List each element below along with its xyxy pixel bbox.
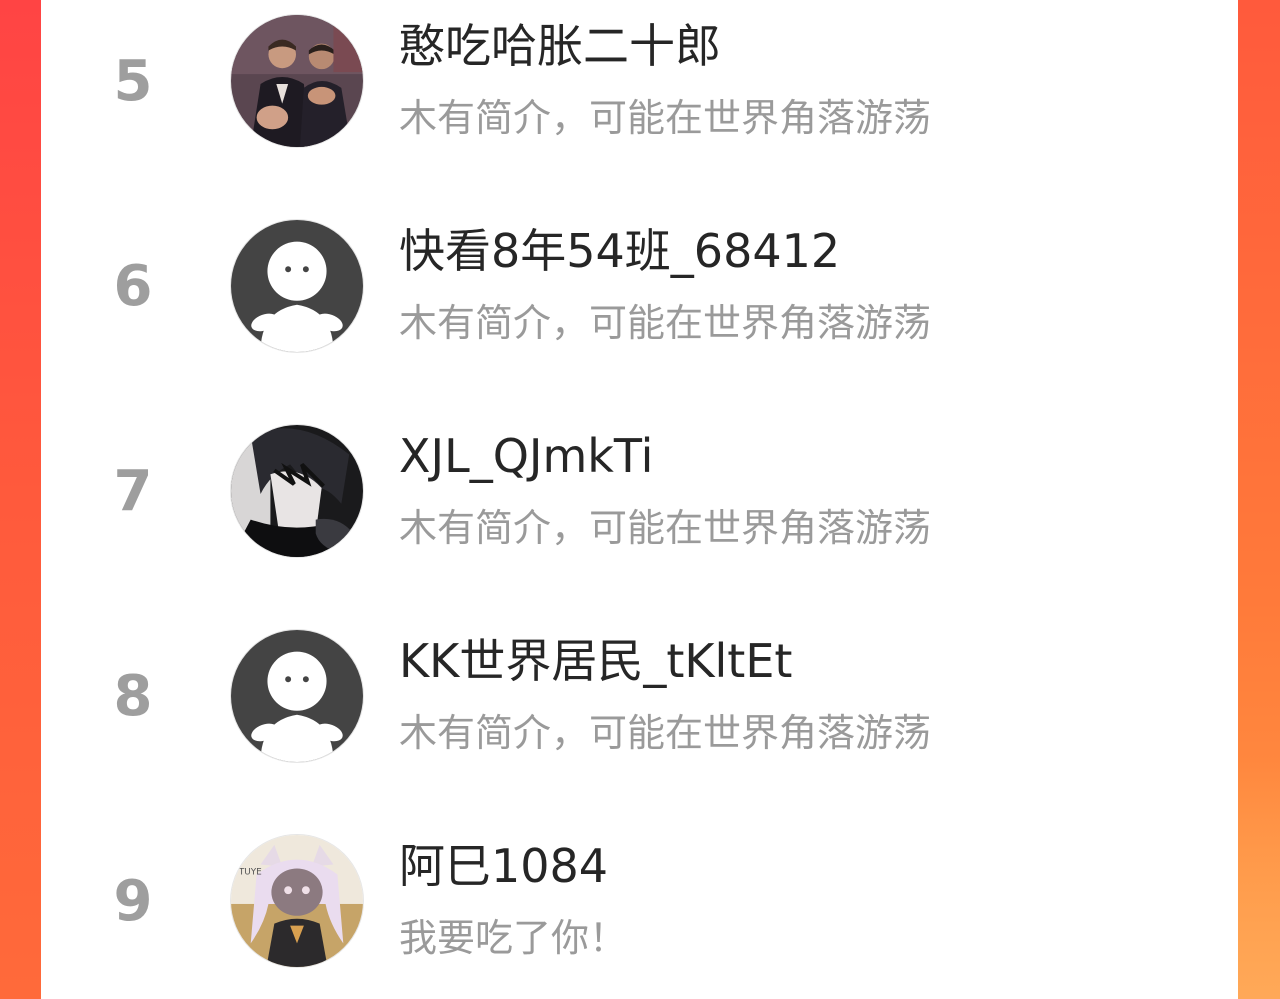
- left-gradient-border: [0, 0, 41, 999]
- default-avatar-icon: [231, 630, 363, 762]
- right-glow-decoration: [1238, 760, 1280, 999]
- rank-number: 5: [113, 49, 153, 114]
- user-avatar-default[interactable]: [230, 629, 364, 763]
- default-avatar-icon: [231, 220, 363, 352]
- user-bio: 木有简介，可能在世界角落游荡: [399, 301, 932, 345]
- user-nickname[interactable]: KK世界居民_tKltEt: [399, 633, 792, 689]
- user-bio: 木有简介，可能在世界角落游荡: [399, 96, 932, 140]
- rank-number: 7: [113, 459, 153, 524]
- illustration-avatar-icon: TUYE: [231, 835, 363, 967]
- user-nickname[interactable]: XJL_QJmkTi: [399, 428, 653, 484]
- ranking-row-8[interactable]: 8 KK世界居民_tKltEt 木有简介，可能在世界角落游荡: [41, 629, 1238, 809]
- user-avatar-photo[interactable]: [230, 14, 364, 148]
- rank-number: 9: [113, 869, 153, 934]
- svg-text:TUYE: TUYE: [238, 867, 262, 877]
- user-nickname[interactable]: 憨吃哈胀二十郎: [399, 18, 721, 74]
- user-avatar-anime[interactable]: [230, 424, 364, 558]
- ranking-row-5[interactable]: 5 憨吃哈胀二十郎 木有简介，可能在世界角落游荡: [41, 14, 1238, 194]
- user-bio: 木有简介，可能在世界角落游荡: [399, 711, 932, 755]
- ranking-row-6[interactable]: 6 快看8年54班_68412 木有简介，可能在世界角落游荡: [41, 219, 1238, 399]
- user-avatar-default[interactable]: [230, 219, 364, 353]
- user-bio: 木有简介，可能在世界角落游荡: [399, 506, 932, 550]
- ranking-row-9[interactable]: 9 TUYE 阿巳1084 我要吃了你！: [41, 834, 1238, 999]
- right-gradient-border: [1238, 0, 1280, 999]
- rank-number: 8: [113, 664, 153, 729]
- user-nickname[interactable]: 快看8年54班_68412: [399, 223, 840, 279]
- rank-number: 6: [113, 254, 153, 319]
- photo-avatar-icon: [231, 15, 363, 147]
- ranking-row-7[interactable]: 7 XJL_QJmkTi 木有简介，可能在世界角落游荡: [41, 424, 1238, 604]
- user-bio: 我要吃了你！: [399, 916, 628, 960]
- ranking-list-panel[interactable]: 5 憨吃哈胀二十郎 木有简介，可能在世界角落游荡 6 快看8年54班_68412…: [41, 0, 1238, 999]
- user-avatar-illustration[interactable]: TUYE: [230, 834, 364, 968]
- anime-avatar-icon: [231, 425, 363, 557]
- user-nickname[interactable]: 阿巳1084: [399, 838, 608, 894]
